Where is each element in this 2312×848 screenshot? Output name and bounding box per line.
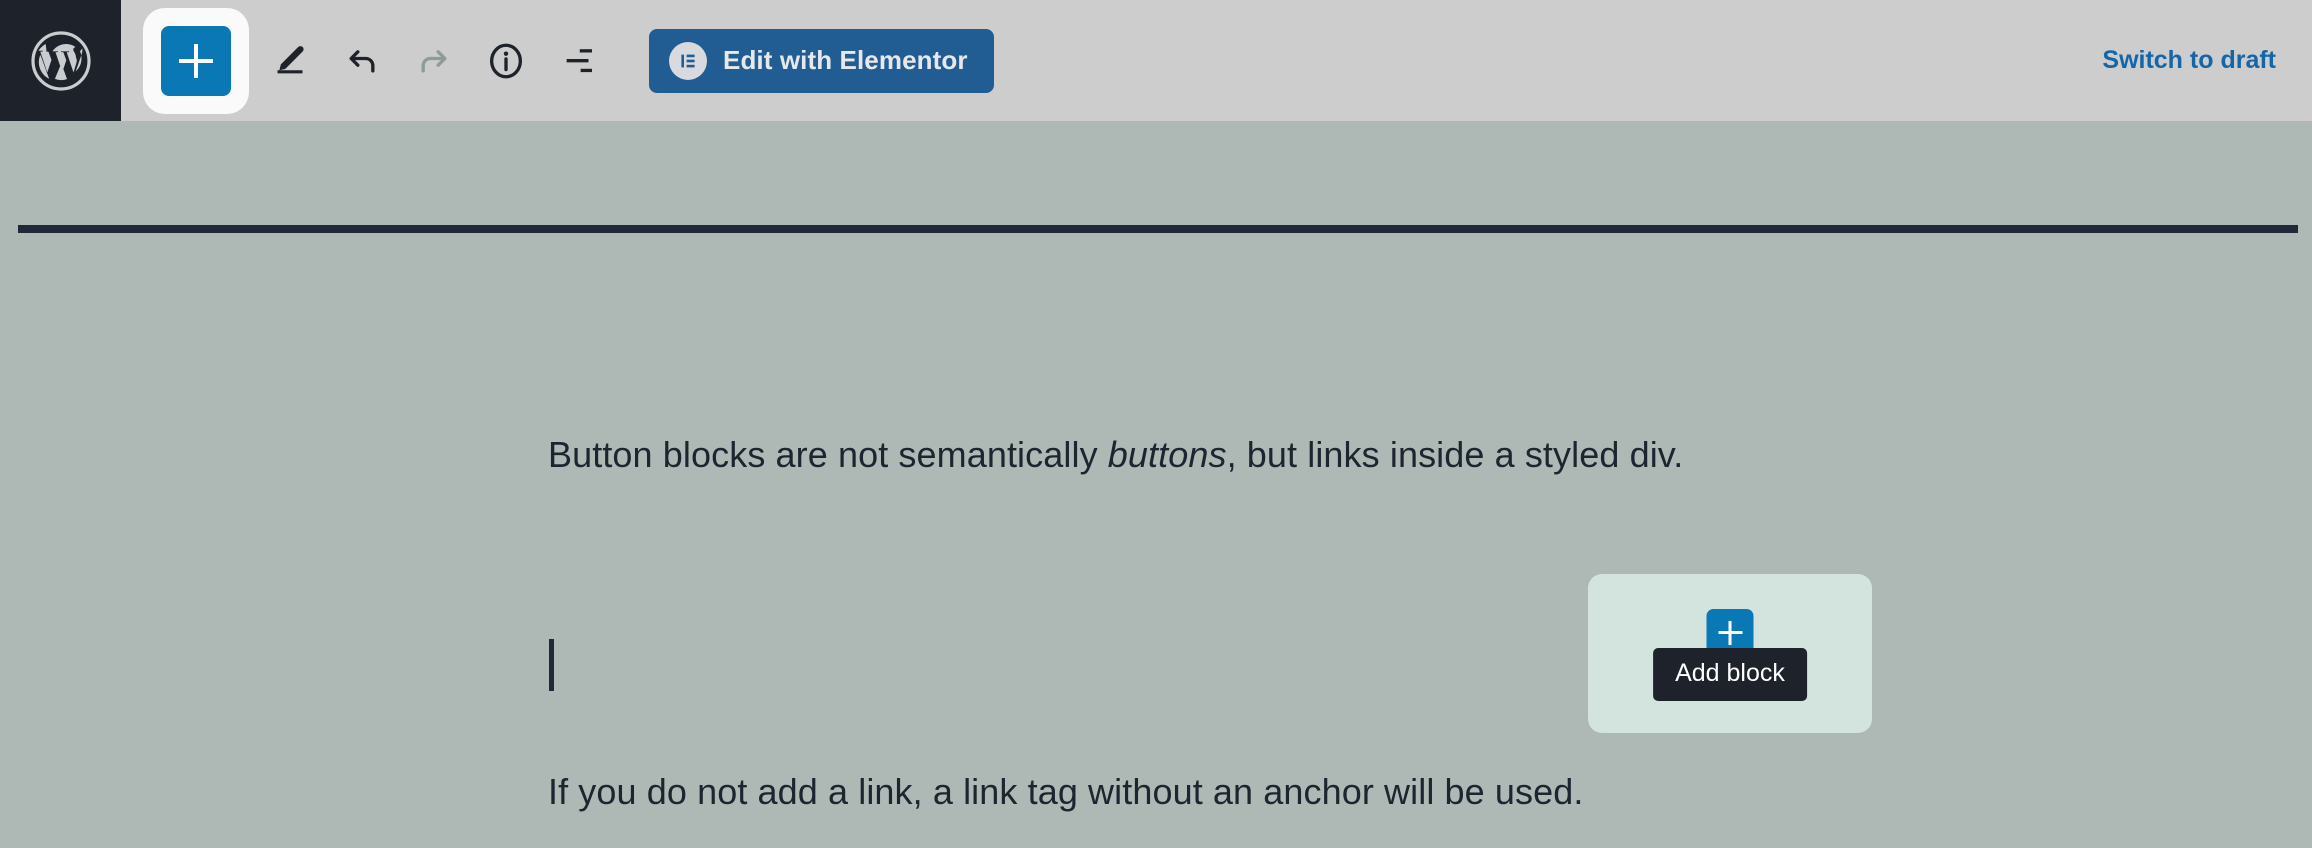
- editor-toolbar: Edit with Elementor: [121, 0, 994, 121]
- wordpress-logo-button[interactable]: [0, 0, 121, 121]
- paragraph-block-empty[interactable]: [548, 639, 1728, 709]
- add-block-tooltip: Add block: [1653, 648, 1807, 701]
- plus-icon: [1718, 620, 1742, 645]
- paragraph-text-before: Button blocks are not semantically: [548, 434, 1108, 475]
- edit-with-elementor-button[interactable]: Edit with Elementor: [649, 28, 994, 93]
- paragraph-text-after: , but links inside a styled div.: [1226, 434, 1684, 475]
- separator-rule: [18, 225, 2298, 233]
- block-appender-panel: Add block: [1588, 574, 1872, 733]
- plus-icon: [179, 43, 213, 78]
- wordpress-logo-icon: [29, 29, 93, 93]
- paragraph-block-2[interactable]: If you do not add a link, a link tag wit…: [548, 758, 1848, 826]
- elementor-logo-icon: [669, 41, 707, 80]
- edit-with-elementor-label: Edit with Elementor: [723, 45, 968, 75]
- switch-to-draft-button[interactable]: Switch to draft: [2102, 46, 2276, 75]
- paragraph-text-emphasis: buttons: [1107, 434, 1227, 475]
- info-icon[interactable]: [475, 30, 537, 92]
- text-caret: [549, 639, 554, 691]
- list-view-icon[interactable]: [547, 30, 609, 92]
- header-right-actions: Switch to draft: [2102, 46, 2312, 75]
- editor-canvas: Button blocks are not semantically butto…: [0, 121, 2312, 848]
- redo-icon[interactable]: [403, 30, 465, 92]
- editor-header: Edit with Elementor Switch to draft: [0, 0, 2312, 121]
- edit-pencil-icon[interactable]: [259, 30, 321, 92]
- undo-icon[interactable]: [331, 30, 393, 92]
- block-inserter-toggle[interactable]: [161, 25, 231, 96]
- paragraph-block-1[interactable]: Button blocks are not semantically butto…: [548, 421, 1728, 489]
- block-inserter-wrapper: [143, 7, 249, 114]
